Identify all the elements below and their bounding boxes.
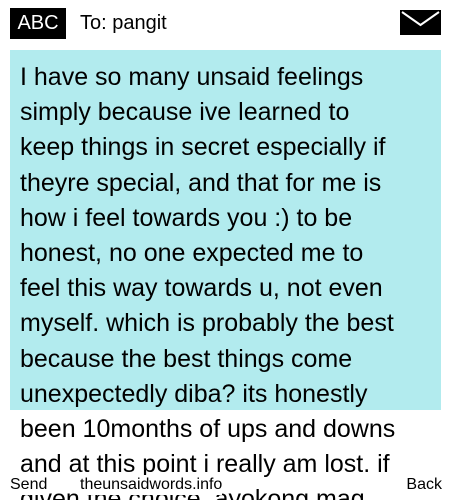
message-body[interactable]: I have so many unsaid feelings simply be… (10, 50, 441, 500)
softkey-bar: Send theunsaidwords.info Back (0, 474, 450, 500)
compose-header: ABC To: pangit (0, 0, 450, 48)
input-mode-indicator[interactable]: ABC (10, 8, 66, 39)
site-watermark: theunsaidwords.info (80, 475, 223, 495)
send-button[interactable]: Send (10, 475, 48, 495)
back-button[interactable]: Back (406, 475, 442, 495)
message-text[interactable]: I have so many unsaid feelings simply be… (20, 60, 435, 500)
envelope-icon (400, 10, 441, 35)
recipient-field[interactable]: To: pangit (80, 10, 167, 36)
